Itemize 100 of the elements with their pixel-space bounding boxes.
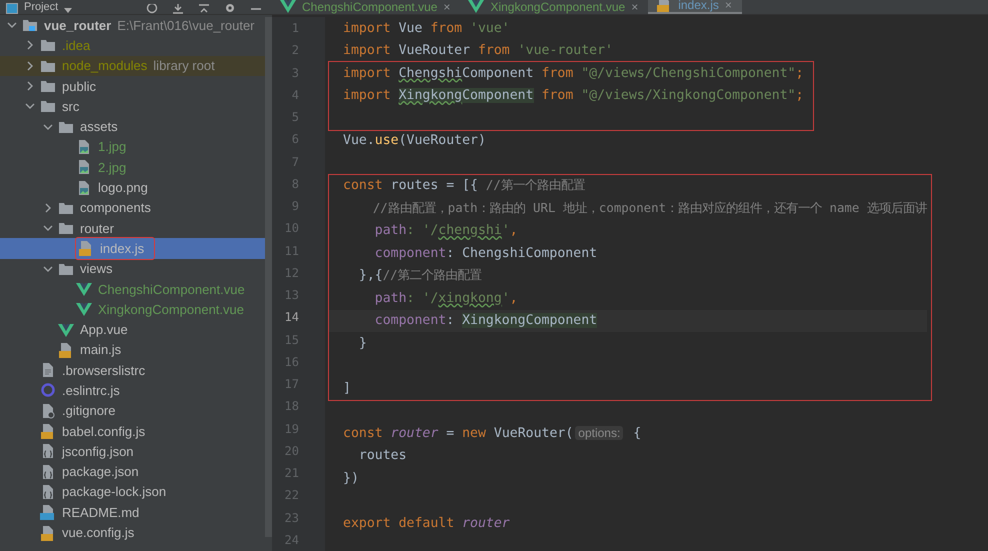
scrollbar[interactable] [265,17,272,537]
tree-row[interactable]: 2.jpg [0,157,265,178]
code-line: import VueRouter from 'vue-router' [343,43,613,58]
json-file-icon [40,443,56,460]
code-line: import XingkongComponent from "@/views/XingkongComponent"; [343,88,804,104]
tab-label: XingkongComponent.vue [490,1,626,14]
tree-row[interactable]: assets [0,116,265,137]
tree-row[interactable]: router [0,218,265,238]
json-file-icon [40,464,56,480]
tree-row[interactable]: components [0,198,265,218]
file-name: README.md [61,504,140,521]
file-name: components [79,199,152,216]
file-name: views [79,260,114,278]
settings-icon[interactable] [224,4,236,14]
file-name: assets [79,118,119,136]
path-note: library root [153,58,215,74]
file-name: .browserslistrc [61,362,146,379]
tree-row[interactable]: node_modules library root [0,56,265,76]
tree-row[interactable]: README.md [0,502,265,522]
file-name: XingkongComponent.vue [97,300,245,318]
file-name: router [79,220,115,237]
folder-icon [40,78,56,94]
tab-label: ChengshiComponent.vue [302,1,438,14]
file-name: main.js [79,341,122,358]
code-line: }) [343,470,359,486]
tree-row[interactable]: views [0,258,265,279]
js-file-icon [58,342,74,358]
tree-row[interactable]: babel.config.js [0,420,265,442]
code-line: ] [343,380,351,396]
dropdown-caret-icon[interactable] [64,8,72,14]
code-line: import ChengshiComponent from "@/views/ChengshiComponent"; [343,66,804,81]
code-line: },{//第二个路由配置 [358,267,482,284]
tree-row[interactable]: main.js [0,340,265,360]
target-icon[interactable] [146,4,158,14]
code-line: export default router [343,516,510,531]
code-line: } [358,336,367,351]
code-line: routes [358,448,407,464]
file-name: logo.png [97,179,149,196]
close-button[interactable]: × [631,1,638,14]
tab-label: index.js [678,0,719,12]
code-line: //路由配置，path：路由的 URL 地址，component：路由对应的组件，还有一个 name 选项后面讲 [372,200,927,217]
code-line: const routes = [{ //第一个路由配置 [343,177,585,194]
tree-row[interactable]: .browserslistrc [0,360,265,380]
vue-logo-icon [58,322,74,338]
file-name: public [61,78,97,95]
text-file-icon [40,362,56,378]
file-name: 1.jpg [97,138,128,156]
file-name: .idea [61,36,92,54]
tree-row[interactable]: XingkongComponent.vue [0,299,265,320]
file-name: .eslintrc.js [61,382,121,399]
tree-row[interactable]: src [0,96,265,116]
tree-row[interactable]: .eslintrc.js [0,380,265,401]
file-name: vue.config.js [61,524,136,542]
tree-row[interactable]: vue_router E:\Frant\016\vue_router [0,15,265,36]
tree-row[interactable]: package.json [0,462,265,482]
code-line: component: XingkongComponent [374,313,598,328]
file-name: node_modules [61,57,148,74]
vue-logo-icon [280,0,296,14]
file-name: 2.jpg [97,158,128,176]
file-name: vue_router [43,16,112,34]
collapse-icon[interactable] [172,4,184,14]
tree-row[interactable]: App.vue [0,319,265,340]
file-name: jsconfig.json [60,442,135,460]
file-name: package.json [61,463,140,480]
file-name: src [61,98,80,115]
ignore-file-icon [40,402,56,419]
vue-logo-icon [76,301,92,318]
code-line: path: '/xingkong', [374,290,518,306]
json-file-icon [40,484,56,500]
file-name: App.vue [79,321,129,338]
code-line: Vue.use(VueRouter) [343,133,486,148]
image-file-icon [76,159,92,176]
code-line: path: '/chengshi', [374,223,518,238]
tree-row[interactable]: .gitignore [0,400,265,421]
vue-logo-icon [76,281,92,297]
ring-icon [40,382,56,398]
tree-row[interactable]: ChengshiComponent.vue [0,278,265,300]
tree-row[interactable]: package-lock.json [0,482,265,502]
close-button[interactable]: × [443,1,450,14]
image-file-icon [76,138,92,155]
js-file-icon [40,423,56,440]
folder-icon [22,17,38,34]
markdown-file-icon [40,504,56,520]
tree-row[interactable]: vue.config.js [0,522,265,543]
code-line: const router = new VueRouter( options: { [343,426,642,441]
js-file-icon [40,524,56,541]
expand-icon[interactable] [198,4,210,14]
tree-row[interactable]: jsconfig.json [0,441,265,462]
tree-row[interactable]: public [0,76,265,96]
editor-tab[interactable]: XingkongComponent.vue × [460,0,648,14]
tree-row[interactable]: logo.png [0,177,265,198]
file-name: ChengshiComponent.vue [97,280,246,298]
file-name: index.js [99,240,146,257]
panel-title[interactable]: Project [24,1,58,14]
js-file-icon [78,240,94,256]
tree-row[interactable]: 1.jpg [0,136,265,158]
editor-tab[interactable]: ChengshiComponent.vue × [272,0,460,14]
image-file-icon [76,180,92,196]
folder-icon [40,98,56,114]
folder-icon [58,220,74,236]
